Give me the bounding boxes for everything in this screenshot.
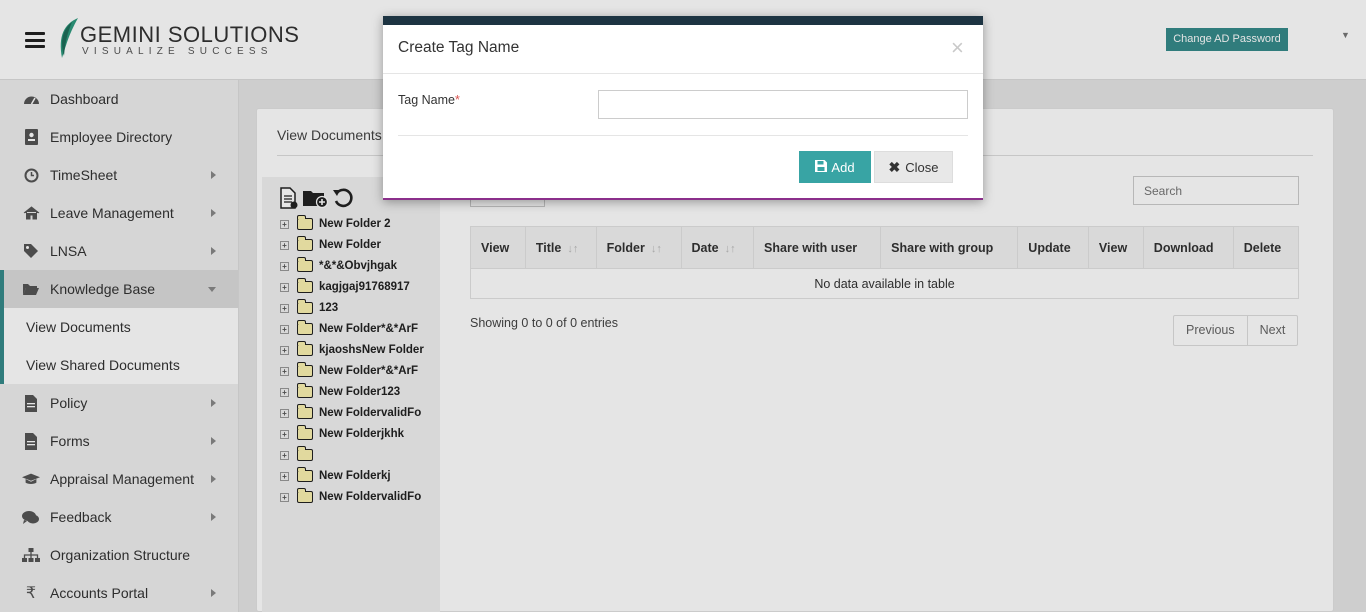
required-marker: * <box>454 93 460 107</box>
tag-name-label: Tag Name* <box>398 93 460 107</box>
times-icon: ✖ <box>888 158 901 175</box>
close-button-label: Close <box>905 159 939 175</box>
divider <box>383 73 983 74</box>
tag-name-input[interactable] <box>598 90 968 119</box>
save-icon <box>815 159 828 175</box>
add-button-label: Add <box>831 159 855 175</box>
close-button[interactable]: ✖ Close <box>874 151 953 183</box>
create-tag-modal: Create Tag Name × Tag Name* Add ✖ Close <box>383 16 983 200</box>
add-button[interactable]: Add <box>799 151 871 183</box>
modal-title: Create Tag Name <box>398 39 520 56</box>
close-icon[interactable]: × <box>951 35 964 61</box>
divider <box>398 135 968 136</box>
